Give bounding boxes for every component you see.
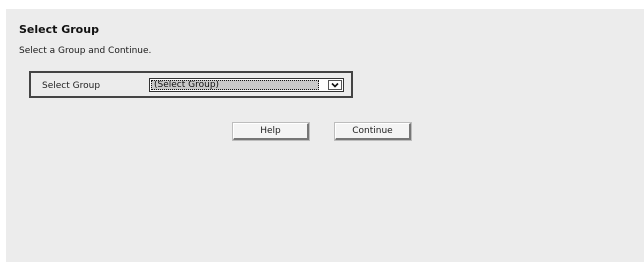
instruction-text: Select a Group and Continue. <box>19 46 152 56</box>
group-select-value: (Select Group) <box>151 80 319 90</box>
page-title: Select Group <box>19 23 99 36</box>
content-panel: Select Group Select a Group and Continue… <box>6 9 644 262</box>
continue-button[interactable]: Continue <box>334 122 412 141</box>
help-button[interactable]: Help <box>232 122 310 141</box>
select-group-label: Select Group <box>42 81 101 91</box>
group-select[interactable]: (Select Group) <box>149 78 344 92</box>
select-group-box: Select Group (Select Group) <box>29 71 353 98</box>
chevron-down-icon[interactable] <box>328 80 342 90</box>
